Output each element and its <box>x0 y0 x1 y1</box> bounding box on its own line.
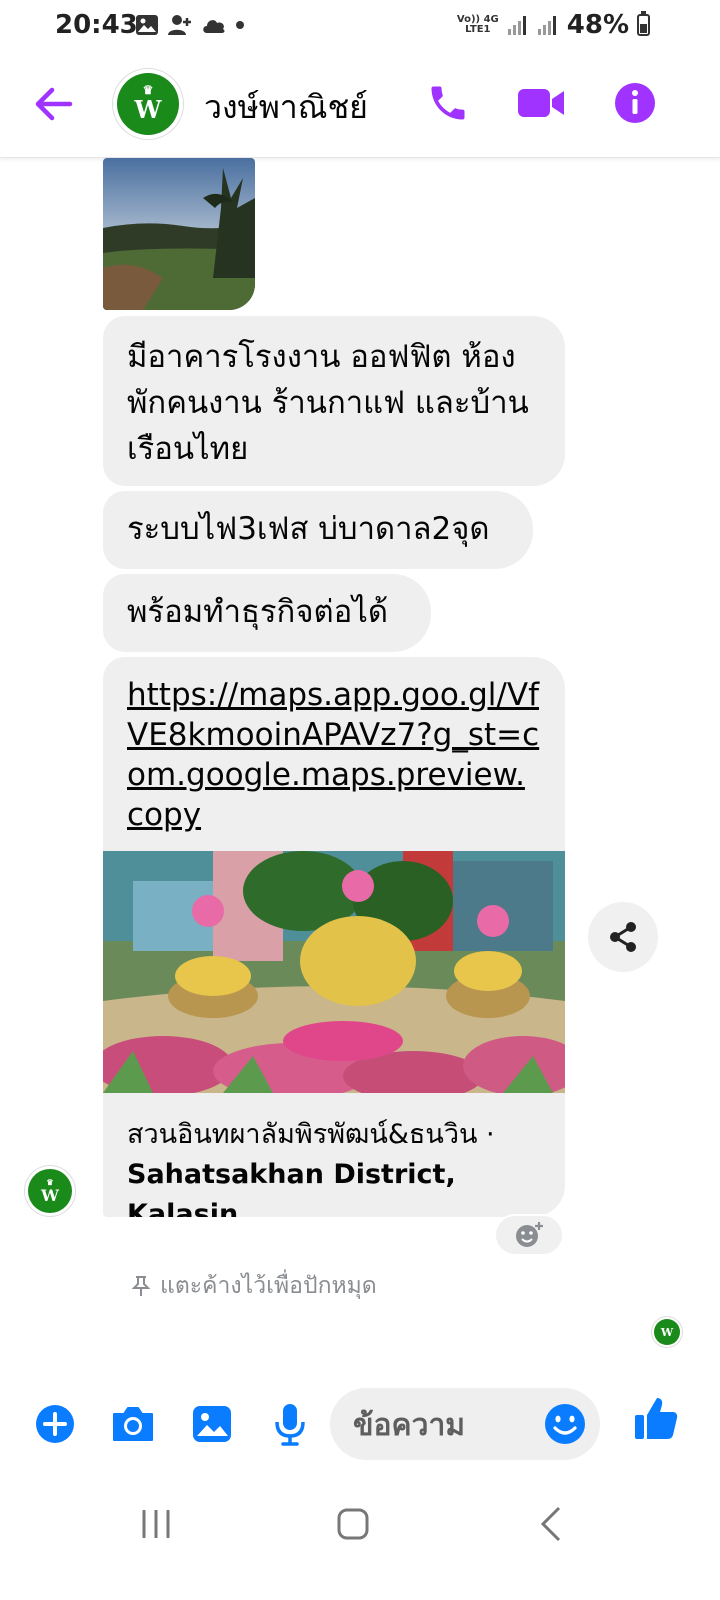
avatar-logo: W <box>654 1319 680 1345</box>
link-url[interactable]: https://maps.app.goo.gl/VfVE8kmooinAPAVz… <box>103 657 565 851</box>
link-caption[interactable]: สวนอินทผาลัมพิรพัฒน์&ธนวิน · Sahatsakhan… <box>103 1093 565 1217</box>
sender-avatar[interactable]: ♛ W <box>25 1166 75 1216</box>
battery-percent: 48% <box>566 10 629 40</box>
emoji-button[interactable] <box>543 1402 587 1446</box>
share-icon <box>610 922 636 952</box>
avatar-logo: ♛ W <box>28 1169 72 1213</box>
pin-icon <box>132 1276 150 1296</box>
home-button[interactable] <box>323 1498 383 1550</box>
arrow-left-icon <box>35 87 73 121</box>
back-nav-button[interactable] <box>521 1498 581 1550</box>
avatar-logo: ♛ W <box>117 73 179 135</box>
voice-call-button[interactable] <box>422 77 474 129</box>
share-button[interactable] <box>588 902 658 972</box>
dot-icon <box>236 21 244 29</box>
contact-avatar[interactable]: ♛ W <box>113 69 183 139</box>
photo-message[interactable] <box>103 158 255 310</box>
battery-icon <box>637 11 650 36</box>
avatar-letter: W <box>134 94 162 124</box>
add-contact-notification-icon <box>168 15 191 35</box>
add-reaction-button[interactable] <box>494 1214 564 1256</box>
signal-icon <box>507 16 526 35</box>
image-icon <box>193 1406 231 1442</box>
fruit-display-photo <box>103 851 565 1093</box>
message-composer: ข้อความ <box>0 1380 720 1470</box>
camera-icon <box>113 1407 153 1441</box>
seen-receipt-avatar: W <box>652 1317 682 1347</box>
recents-icon <box>142 1510 170 1538</box>
notification-icons <box>135 13 245 37</box>
message-input-placeholder[interactable]: ข้อความ <box>353 1402 465 1449</box>
more-actions-button[interactable] <box>31 1400 79 1448</box>
cloud-notification-icon <box>203 20 225 33</box>
network-label: Vo)) 4G LTE1 <box>457 15 499 35</box>
avatar-letter: W <box>660 1325 674 1339</box>
link-district: Sahatsakhan District, Kalasin <box>127 1159 456 1217</box>
chat-header: ♛ W วงษ์พาณิชย์ <box>0 52 720 158</box>
voice-message-button[interactable] <box>266 1400 314 1448</box>
smiley-icon <box>545 1404 585 1444</box>
recent-apps-button[interactable] <box>126 1498 186 1550</box>
status-bar: 20:43 Vo)) 4G LTE1 48% <box>0 0 720 52</box>
avatar-letter: W <box>41 1185 59 1205</box>
contact-name[interactable]: วงษ์พาณิชย์ <box>204 82 368 133</box>
system-navigation-bar <box>0 1480 720 1600</box>
pin-hint-text: แตะค้างไว้เพื่อปักหมุด <box>160 1273 377 1299</box>
link-preview-card[interactable]: https://maps.app.goo.gl/VfVE8kmooinAPAVz… <box>103 657 565 1217</box>
message-bubble[interactable]: ระบบไฟ3เฟส บ่บาดาล2จุด <box>103 491 533 569</box>
landscape-photo <box>103 158 255 310</box>
microphone-icon <box>275 1404 305 1446</box>
info-icon <box>615 83 655 123</box>
phone-icon <box>431 86 465 120</box>
gallery-notification-icon <box>136 15 158 35</box>
message-bubble[interactable]: พร้อมทำธุรกิจต่อได้ <box>103 574 431 652</box>
video-call-button[interactable] <box>515 77 567 129</box>
plus-circle-icon <box>36 1405 74 1443</box>
back-button[interactable] <box>30 82 78 126</box>
home-icon <box>337 1508 369 1540</box>
network-label-bottom: LTE1 <box>465 24 491 35</box>
status-right: Vo)) 4G LTE1 48% <box>457 10 650 40</box>
video-camera-icon <box>518 89 564 117</box>
signal-icon-2 <box>537 16 556 35</box>
info-button[interactable] <box>609 77 661 129</box>
like-button[interactable] <box>632 1394 680 1442</box>
link-place-name: สวนอินทผาลัมพิรพัฒน์&ธนวิน · <box>127 1119 495 1150</box>
smiley-plus-icon <box>516 1222 543 1247</box>
thumbs-up-icon <box>635 1398 678 1439</box>
crown-icon: ♛ <box>46 1176 54 1187</box>
chevron-left-icon <box>540 1506 561 1542</box>
gallery-button[interactable] <box>188 1400 236 1448</box>
pin-hint: แตะค้างไว้เพื่อปักหมุด <box>132 1268 377 1304</box>
link-preview-image[interactable] <box>103 851 565 1093</box>
crown-icon: ♛ <box>142 82 154 97</box>
status-time: 20:43 <box>55 10 138 40</box>
camera-button[interactable] <box>109 1400 157 1448</box>
message-bubble[interactable]: มีอาคารโรงงาน ออฟฟิต ห้องพักคนงาน ร้านกา… <box>103 316 565 486</box>
